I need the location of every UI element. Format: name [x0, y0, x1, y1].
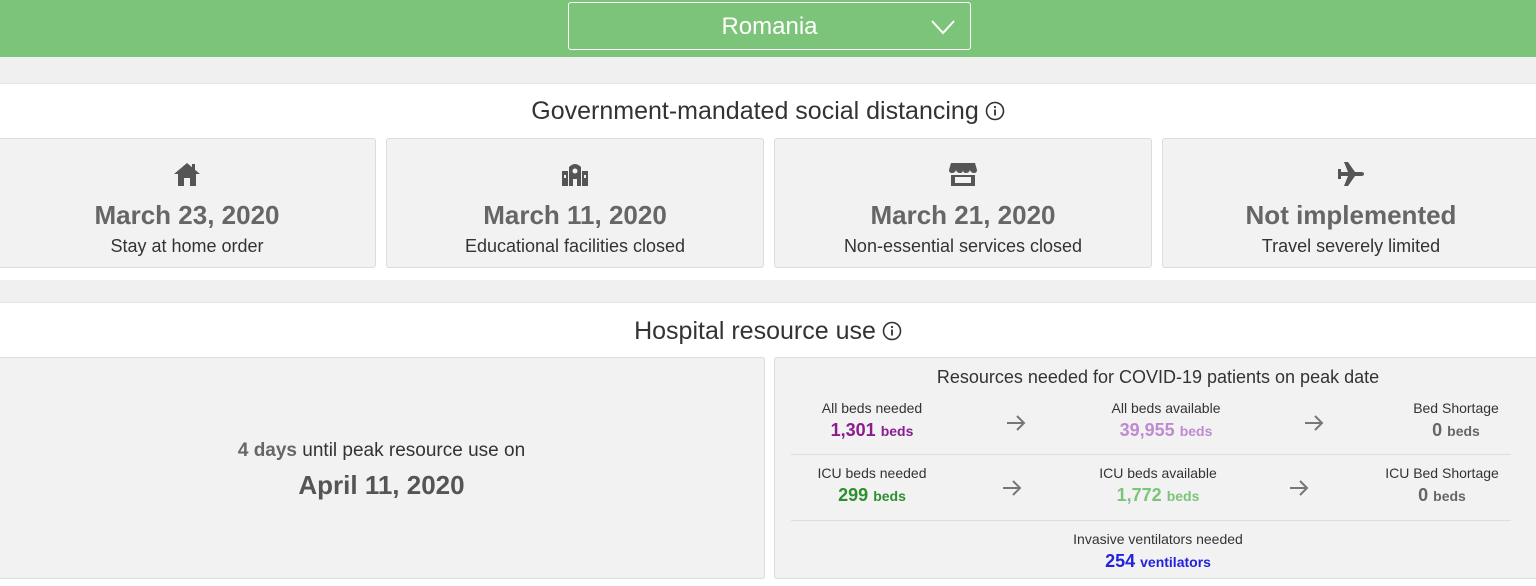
icu-beds-needed: ICU beds needed 299 beds [787, 465, 957, 506]
icu-bed-shortage: ICU Bed Shortage 0 beds [1357, 465, 1527, 506]
measure-card-education: March 11, 2020 Educational facilities cl… [386, 138, 764, 268]
arrow-right-icon [1290, 480, 1309, 496]
icu-beds-needed-unit: beds [873, 488, 906, 504]
measure-label: Non-essential services closed [843, 236, 1083, 256]
measure-date: March 23, 2020 [94, 200, 280, 230]
measure-label: Stay at home order [110, 236, 264, 256]
social-distancing-section: Government-mandated social distancing Ma… [0, 83, 1536, 280]
info-icon[interactable] [882, 321, 902, 341]
arrow-right-icon [1003, 480, 1022, 496]
info-icon[interactable] [985, 101, 1005, 121]
ventilators-needed-unit: ventilators [1140, 554, 1211, 570]
arrow-right-icon [1305, 415, 1324, 431]
social-distancing-title: Government-mandated social distancing [0, 97, 1536, 126]
bed-shortage: Bed Shortage 0 beds [1371, 400, 1536, 441]
bed-shortage-value: 0 [1432, 420, 1443, 440]
arrow-right-icon [1007, 415, 1026, 431]
all-beds-available-label: All beds available [1111, 400, 1221, 416]
social-distancing-title-text: Government-mandated social distancing [531, 97, 979, 125]
ventilators-needed-value: 254 [1105, 551, 1136, 571]
icu-bed-shortage-unit: beds [1433, 488, 1466, 504]
icu-beds-needed-label: ICU beds needed [817, 465, 927, 481]
school-icon [562, 164, 588, 186]
all-beds-needed-value: 1,301 [830, 420, 876, 440]
measure-card-services: March 21, 2020 Non-essential services cl… [774, 138, 1152, 268]
all-beds-available: All beds available 39,955 beds [1081, 400, 1251, 441]
peak-card: 4 days until peak resource use on April … [0, 357, 765, 579]
icu-beds-available-label: ICU beds available [1099, 465, 1217, 481]
icu-beds-available-value: 1,772 [1116, 485, 1162, 505]
hospital-resource-title-text: Hospital resource use [634, 317, 876, 345]
all-beds-available-unit: beds [1179, 423, 1213, 439]
icu-beds-needed-value: 299 [838, 485, 869, 505]
icu-beds-available-unit: beds [1166, 488, 1200, 504]
hospital-resource-section: Hospital resource use 4 days until peak … [0, 302, 1536, 586]
measure-card-travel: Not implemented Travel severely limited [1162, 138, 1536, 268]
peak-countdown: 4 days until peak resource use on [0, 440, 764, 462]
row-divider [791, 520, 1511, 521]
bed-shortage-unit: beds [1447, 423, 1480, 439]
home-icon [174, 163, 200, 186]
country-dropdown-label: Romania [721, 13, 818, 40]
measure-date: March 21, 2020 [870, 200, 1056, 230]
top-bar: Romania [0, 0, 1536, 57]
all-beds-needed: All beds needed 1,301 beds [787, 400, 957, 441]
country-dropdown[interactable]: Romania [568, 2, 971, 50]
all-beds-needed-label: All beds needed [821, 400, 923, 416]
icu-bed-shortage-label: ICU Bed Shortage [1385, 465, 1499, 481]
icu-bed-shortage-value: 0 [1418, 485, 1429, 505]
all-beds-available-value: 39,955 [1119, 420, 1175, 440]
measure-date: March 11, 2020 [483, 200, 667, 230]
resources-title: Resources needed for COVID-19 patients o… [936, 367, 1380, 387]
icu-beds-available: ICU beds available 1,772 beds [1073, 465, 1243, 506]
measure-card-stay-home: March 23, 2020 Stay at home order [0, 138, 376, 268]
measure-label: Educational facilities closed [464, 236, 686, 256]
store-icon [949, 163, 977, 186]
peak-date: April 11, 2020 [298, 470, 465, 500]
measure-label: Travel severely limited [1261, 236, 1441, 256]
bed-shortage-label: Bed Shortage [1413, 400, 1499, 416]
ventilators-needed: Invasive ventilators needed 254 ventilat… [1063, 531, 1253, 572]
hospital-resource-title: Hospital resource use [0, 317, 1536, 346]
all-beds-needed-unit: beds [880, 423, 914, 439]
row-divider [791, 454, 1511, 455]
measure-status: Not implemented [1245, 200, 1457, 230]
chevron-down-icon [931, 20, 955, 35]
peak-days: 4 days [237, 440, 297, 461]
ventilators-needed-label: Invasive ventilators needed [1073, 531, 1243, 547]
resources-card: Resources needed for COVID-19 patients o… [774, 357, 1536, 579]
peak-text: until peak resource use on [302, 440, 526, 461]
airplane-icon [1338, 162, 1364, 186]
